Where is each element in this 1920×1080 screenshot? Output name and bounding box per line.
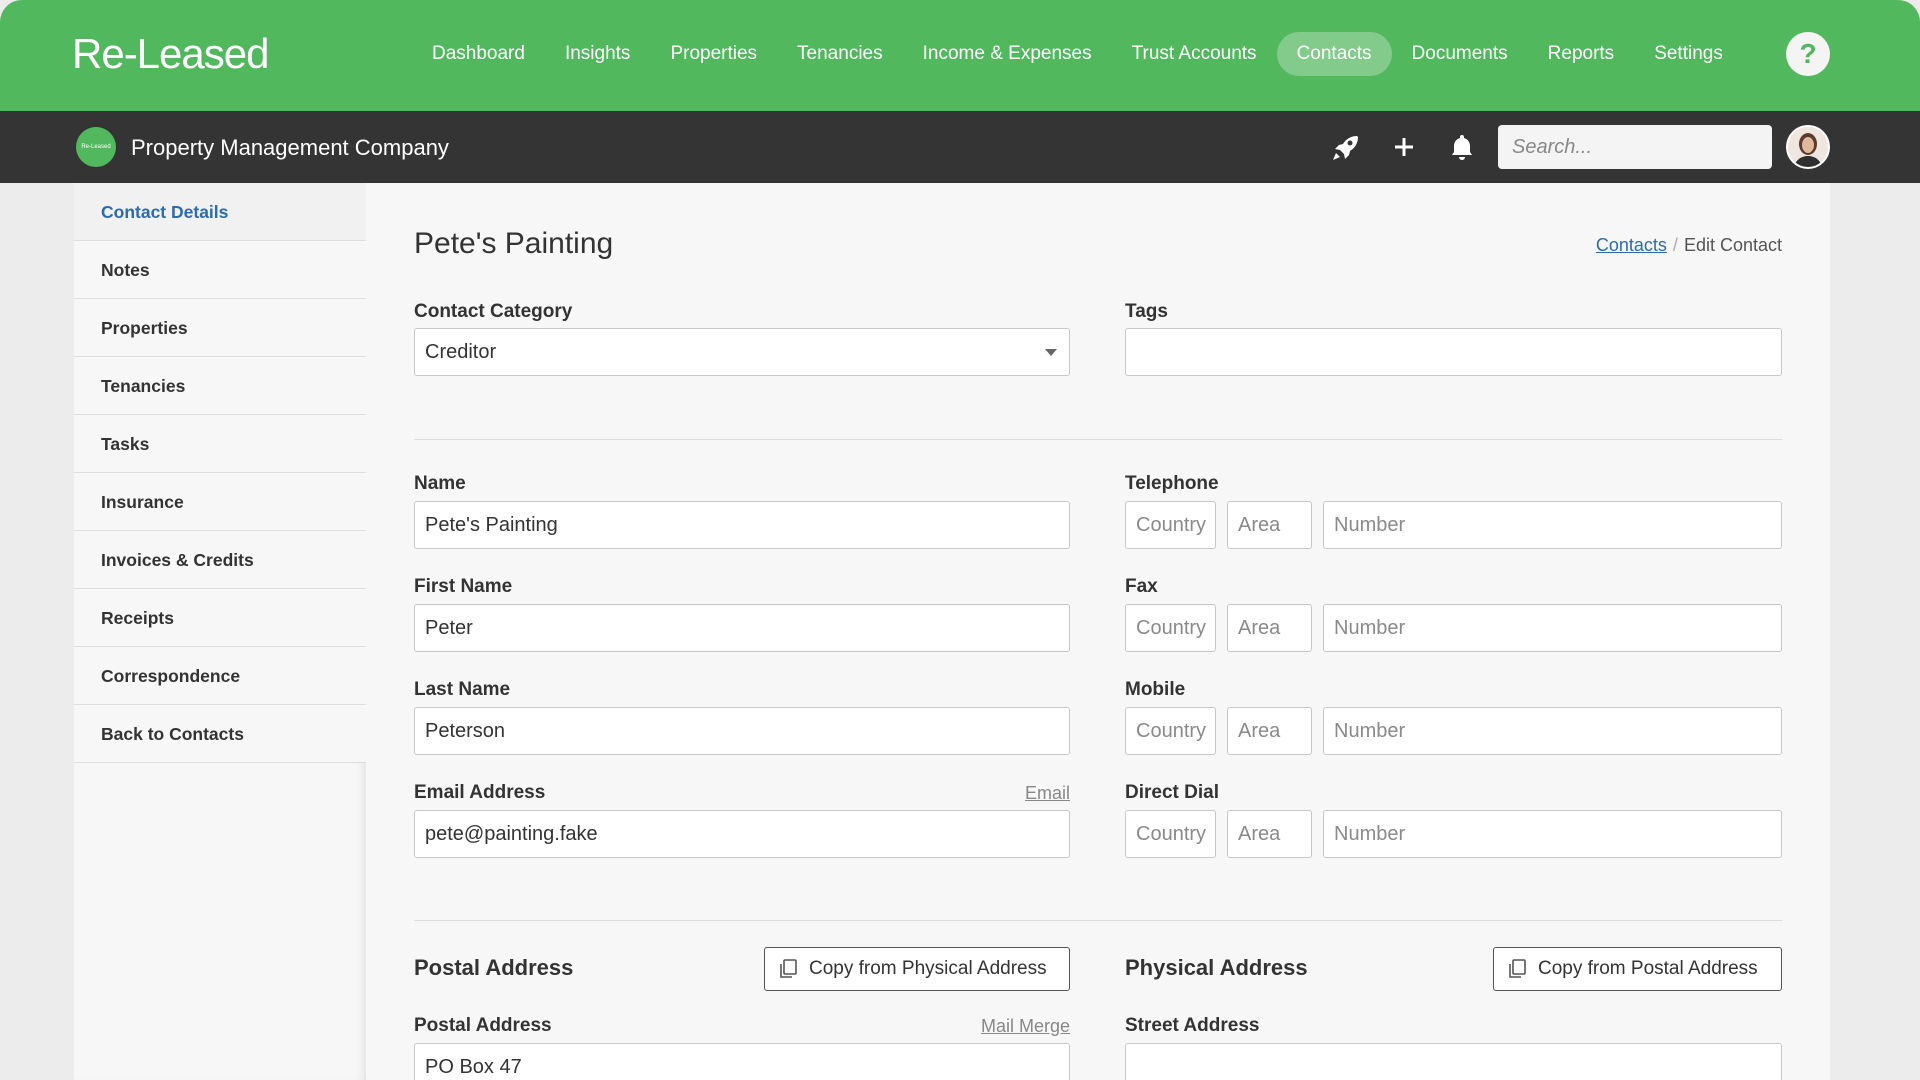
postal-address-input[interactable] bbox=[414, 1043, 1070, 1080]
fax-country-input[interactable] bbox=[1125, 604, 1216, 652]
name-input[interactable] bbox=[414, 501, 1070, 549]
direct-dial-label: Direct Dial bbox=[1125, 782, 1219, 803]
fax-label: Fax bbox=[1125, 576, 1158, 597]
tags-label: Tags bbox=[1125, 301, 1168, 322]
chevron-down-icon bbox=[1045, 349, 1057, 356]
contact-category-select[interactable]: Creditor bbox=[414, 328, 1070, 376]
fax-area-input[interactable] bbox=[1227, 604, 1312, 652]
nav-item-reports[interactable]: Reports bbox=[1528, 32, 1635, 76]
last-name-input[interactable] bbox=[414, 707, 1070, 755]
breadcrumb-contacts-link[interactable]: Contacts bbox=[1596, 235, 1667, 255]
sidebar-item-properties[interactable]: Properties bbox=[74, 299, 366, 357]
help-button[interactable]: ? bbox=[1786, 32, 1830, 76]
telephone-number-input[interactable] bbox=[1323, 501, 1782, 549]
tags-input[interactable] bbox=[1125, 328, 1782, 376]
mobile-country-input[interactable] bbox=[1125, 707, 1216, 755]
mobile-number-input[interactable] bbox=[1323, 707, 1782, 755]
first-name-label: First Name bbox=[414, 576, 513, 597]
main-nav: Dashboard Insights Properties Tenancies … bbox=[412, 32, 1743, 76]
copy-from-physical-label: Copy from Physical Address bbox=[809, 958, 1047, 979]
telephone-country-input[interactable] bbox=[1125, 501, 1216, 549]
sidebar-item-tasks[interactable]: Tasks bbox=[74, 415, 366, 473]
street-address-input[interactable] bbox=[1125, 1043, 1782, 1080]
copy-from-physical-button[interactable]: Copy from Physical Address bbox=[764, 947, 1070, 991]
page-title: Pete's Painting bbox=[414, 227, 614, 260]
last-name-label: Last Name bbox=[414, 679, 511, 700]
copy-from-postal-label: Copy from Postal Address bbox=[1538, 958, 1758, 979]
direct-dial-country-input[interactable] bbox=[1125, 810, 1216, 858]
search-input[interactable] bbox=[1498, 125, 1772, 169]
nav-item-properties[interactable]: Properties bbox=[650, 32, 777, 76]
telephone-label: Telephone bbox=[1125, 473, 1219, 494]
direct-dial-area-input[interactable] bbox=[1227, 810, 1312, 858]
copy-from-postal-button[interactable]: Copy from Postal Address bbox=[1493, 947, 1782, 991]
email-input[interactable] bbox=[414, 810, 1070, 858]
sidebar-item-contact-details[interactable]: Contact Details bbox=[74, 183, 366, 241]
nav-item-settings[interactable]: Settings bbox=[1634, 32, 1743, 76]
top-navigation: Re-Leased Dashboard Insights Properties … bbox=[0, 0, 1920, 111]
contact-sidebar: Contact Details Notes Properties Tenanci… bbox=[74, 183, 366, 1080]
section-divider bbox=[414, 439, 1782, 440]
street-address-label: Street Address bbox=[1125, 1015, 1260, 1036]
breadcrumb-current: Edit Contact bbox=[1683, 235, 1782, 255]
edit-contact-form: Pete's Painting Contacts / Edit Contact Co… bbox=[366, 183, 1830, 1080]
app-logo[interactable]: Re-Leased bbox=[72, 30, 269, 78]
email-label: Email Address bbox=[414, 782, 546, 803]
nav-item-dashboard[interactable]: Dashboard bbox=[412, 32, 545, 76]
section-divider bbox=[414, 920, 1782, 921]
postal-address-heading: Postal Address bbox=[414, 955, 574, 980]
breadcrumb-separator: / bbox=[1672, 235, 1678, 255]
bell-icon[interactable] bbox=[1446, 131, 1478, 163]
contact-category-value: Creditor bbox=[425, 341, 497, 363]
mobile-label: Mobile bbox=[1125, 679, 1186, 700]
plus-icon[interactable] bbox=[1388, 131, 1420, 163]
user-avatar[interactable] bbox=[1786, 125, 1830, 169]
nav-item-trust-accounts[interactable]: Trust Accounts bbox=[1112, 32, 1277, 76]
contact-category-label: Contact Category bbox=[414, 301, 573, 322]
nav-item-insights[interactable]: Insights bbox=[545, 32, 650, 76]
sidebar-item-back-to-contacts[interactable]: Back to Contacts bbox=[74, 705, 366, 763]
mail-merge-link[interactable]: Mail Merge bbox=[981, 1016, 1070, 1037]
physical-address-heading: Physical Address bbox=[1125, 955, 1308, 980]
sidebar-item-insurance[interactable]: Insurance bbox=[74, 473, 366, 531]
direct-dial-number-input[interactable] bbox=[1323, 810, 1782, 858]
sidebar-item-correspondence[interactable]: Correspondence bbox=[74, 647, 366, 705]
company-logo: Re-Leased bbox=[76, 127, 116, 167]
postal-address-label: Postal Address bbox=[414, 1015, 552, 1036]
sidebar-item-receipts[interactable]: Receipts bbox=[74, 589, 366, 647]
sidebar-item-notes[interactable]: Notes bbox=[74, 241, 366, 299]
company-name[interactable]: Property Management Company bbox=[131, 135, 449, 161]
copy-icon bbox=[1508, 959, 1526, 979]
nav-item-documents[interactable]: Documents bbox=[1392, 32, 1528, 76]
mobile-area-input[interactable] bbox=[1227, 707, 1312, 755]
copy-icon bbox=[779, 959, 797, 979]
telephone-area-input[interactable] bbox=[1227, 501, 1312, 549]
name-label: Name bbox=[414, 473, 466, 494]
breadcrumb: Contacts / Edit Contact bbox=[1596, 235, 1782, 256]
nav-item-contacts[interactable]: Contacts bbox=[1276, 32, 1392, 76]
fax-number-input[interactable] bbox=[1323, 604, 1782, 652]
nav-item-tenancies[interactable]: Tenancies bbox=[777, 32, 903, 76]
first-name-input[interactable] bbox=[414, 604, 1070, 652]
nav-item-income-expenses[interactable]: Income & Expenses bbox=[903, 32, 1112, 76]
sidebar-item-tenancies[interactable]: Tenancies bbox=[74, 357, 366, 415]
rocket-icon[interactable] bbox=[1330, 131, 1362, 163]
email-link[interactable]: Email bbox=[1025, 783, 1070, 804]
sidebar-item-invoices-credits[interactable]: Invoices & Credits bbox=[74, 531, 366, 589]
